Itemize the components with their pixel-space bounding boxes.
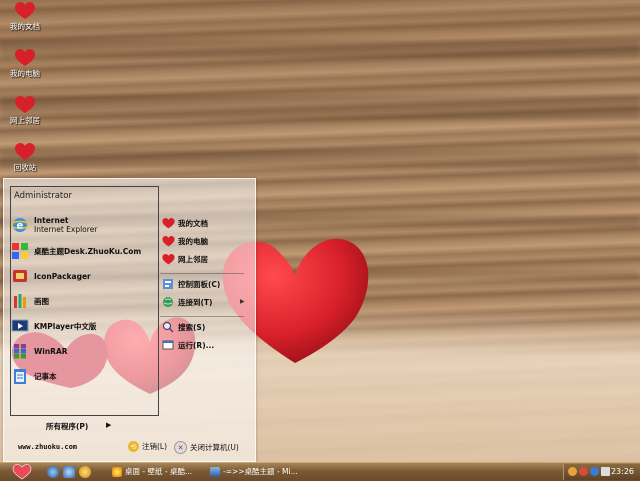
desktop-icon-network-places[interactable]: 网上邻居 <box>2 96 48 126</box>
start-item-subtitle: Internet Explorer <box>34 225 98 234</box>
globe-icon <box>161 295 175 309</box>
start-menu-username: Administrator <box>14 191 72 201</box>
logoff-button[interactable]: ⟲ 注销(L) <box>128 441 167 452</box>
window-icon <box>210 466 220 477</box>
start-item-kmplayer[interactable]: KMPlayer中文版 <box>10 316 96 336</box>
heart-icon <box>15 2 35 19</box>
run-icon <box>161 338 175 352</box>
chevron-right-icon: ▶ <box>106 421 112 429</box>
quicklaunch-internet-explorer-icon[interactable] <box>47 466 59 478</box>
paint-icon <box>10 291 30 311</box>
start-right-label: 连接到(T) <box>178 297 213 307</box>
start-right-label: 搜索(S) <box>178 322 206 332</box>
heart-icon <box>161 252 175 266</box>
heart-icon <box>161 234 175 248</box>
start-item-zhuoku-theme[interactable]: 桌酷主题Desk.ZhuoKu.Com <box>10 241 141 261</box>
all-programs-button[interactable]: 所有程序(P) <box>46 421 88 432</box>
desktop-icon-my-documents[interactable]: 我的文档 <box>2 2 48 32</box>
quicklaunch-show-desktop-icon[interactable] <box>63 466 75 478</box>
logoff-icon: ⟲ <box>128 441 139 452</box>
start-right-label: 我的电脑 <box>178 236 208 246</box>
logoff-label: 注销(L) <box>142 442 168 451</box>
start-right-label: 运行(R)... <box>178 340 215 350</box>
system-tray: 23:26 <box>563 464 640 480</box>
start-menu: Administrator e Internet Internet Explore… <box>3 178 256 462</box>
start-right-search[interactable]: 搜索(S) <box>161 320 205 334</box>
desktop-icon-label: 网上邻居 <box>10 116 40 125</box>
tray-security-icon[interactable] <box>579 467 588 476</box>
shutdown-label: 关闭计算机(U) <box>190 443 239 452</box>
shutdown-button[interactable]: ✕ 关闭计算机(U) <box>174 441 239 454</box>
start-item-title: IconPackager <box>34 271 91 281</box>
heart-icon <box>15 143 35 160</box>
tray-volume-icon[interactable] <box>601 467 610 476</box>
browser-icon <box>112 466 122 477</box>
zhuoku-theme-icon <box>10 241 30 261</box>
svg-text:e: e <box>17 221 24 232</box>
heart-icon <box>15 96 35 113</box>
winrar-icon <box>10 341 30 361</box>
desktop-icon-label: 我的电脑 <box>10 69 40 78</box>
taskbar-task-browser[interactable]: 桌面 - 壁纸 - 桌酷... <box>112 464 192 479</box>
start-item-title: WinRAR <box>34 346 68 356</box>
tray-network-icon[interactable] <box>590 467 599 476</box>
control-panel-icon <box>161 277 175 291</box>
start-item-title: Internet <box>34 216 69 225</box>
taskbar-clock[interactable]: 23:26 <box>611 467 634 476</box>
quicklaunch-media-icon[interactable] <box>79 466 91 478</box>
start-right-my-documents[interactable]: 我的文档 <box>161 216 208 230</box>
start-item-title: KMPlayer中文版 <box>34 321 97 331</box>
tray-user-icon[interactable] <box>568 467 577 476</box>
desktop-icon-my-computer[interactable]: 我的电脑 <box>2 49 48 79</box>
desktop-icon-label: 我的文档 <box>10 22 40 31</box>
start-item-notepad[interactable]: 记事本 <box>10 366 57 386</box>
start-right-run[interactable]: 运行(R)... <box>161 338 214 352</box>
start-right-divider <box>160 273 244 274</box>
start-right-network-places[interactable]: 网上邻居 <box>161 252 208 266</box>
start-item-title: 记事本 <box>34 371 57 381</box>
notepad-icon <box>10 366 30 386</box>
start-right-label: 我的文档 <box>178 218 208 228</box>
internet-explorer-icon: e <box>10 215 30 235</box>
close-icon: ✕ <box>174 441 187 454</box>
chevron-right-icon: ▶ <box>240 298 245 305</box>
start-menu-footer-url: www.zhuoku.com <box>18 443 78 451</box>
heart-icon <box>161 216 175 230</box>
start-item-iconpackager[interactable]: IconPackager <box>10 266 91 286</box>
search-icon <box>161 320 175 334</box>
task-label: -=>>桌酷主题 - Mi... <box>223 467 298 476</box>
kmplayer-icon <box>10 316 30 336</box>
start-item-internet[interactable]: e Internet Internet Explorer <box>10 215 97 235</box>
start-item-title: 画图 <box>34 296 49 306</box>
start-right-connect-to[interactable]: 连接到(T) <box>161 295 212 309</box>
start-right-label: 控制面板(C) <box>178 279 221 289</box>
start-item-title: 桌酷主题Desk.ZhuoKu.Com <box>34 246 142 256</box>
heart-icon <box>15 49 35 66</box>
iconpackager-icon <box>10 266 30 286</box>
desktop-icon-recycle-bin[interactable]: 回收站 <box>2 143 48 173</box>
start-item-winrar[interactable]: WinRAR <box>10 341 68 361</box>
desktop-icon-label: 回收站 <box>13 163 37 172</box>
taskbar-task-window[interactable]: -=>>桌酷主题 - Mi... <box>210 464 298 479</box>
taskbar: 桌面 - 壁纸 - 桌酷... -=>>桌酷主题 - Mi... 23:26 <box>0 462 640 481</box>
start-right-divider <box>160 316 244 317</box>
start-right-control-panel[interactable]: 控制面板(C) <box>161 277 220 291</box>
start-right-label: 网上邻居 <box>178 254 208 264</box>
start-right-my-computer[interactable]: 我的电脑 <box>161 234 208 248</box>
start-button[interactable] <box>12 464 32 480</box>
task-label: 桌面 - 壁纸 - 桌酷... <box>125 467 193 476</box>
start-item-paint[interactable]: 画图 <box>10 291 49 311</box>
